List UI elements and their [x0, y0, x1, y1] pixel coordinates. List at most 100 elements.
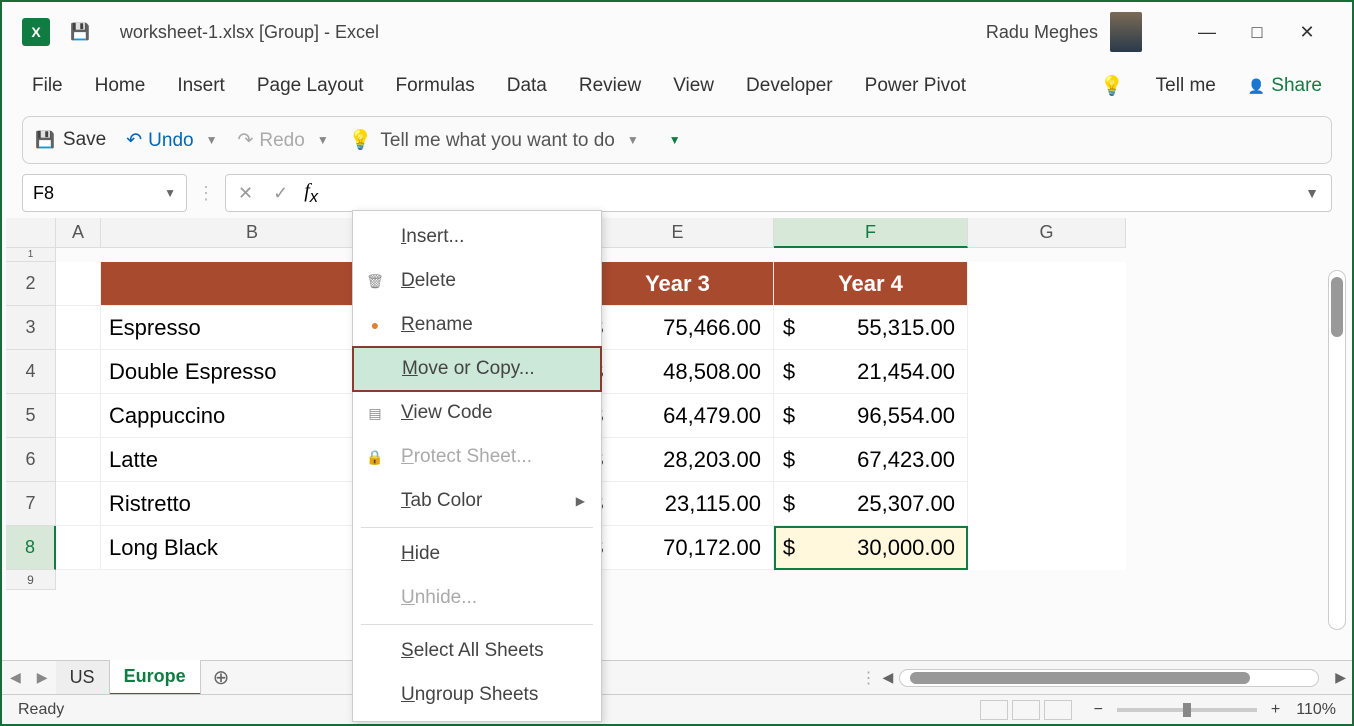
row-header-4[interactable]: 4	[6, 350, 56, 394]
tab-view[interactable]: View	[673, 75, 714, 97]
cell-G4[interactable]	[968, 350, 1126, 394]
tab-insert[interactable]: Insert	[177, 75, 225, 97]
cell-F8-selected[interactable]: $30,000.00	[774, 526, 968, 570]
redo-button[interactable]: Redo	[237, 129, 304, 152]
user-avatar[interactable]	[1110, 12, 1142, 52]
row-header-1[interactable]: 1	[6, 248, 56, 262]
redo-dropdown[interactable]: ▼	[317, 133, 329, 147]
row-header-6[interactable]: 6	[6, 438, 56, 482]
cell-G5[interactable]	[968, 394, 1126, 438]
col-header-G[interactable]: G	[968, 218, 1126, 248]
name-box[interactable]: F8 ▼	[22, 174, 187, 212]
view-page-layout-button[interactable]	[1012, 700, 1040, 720]
menu-move-or-copy[interactable]: Move or Copy...	[352, 346, 602, 392]
menu-view-code[interactable]: ▤View Code	[353, 391, 601, 435]
cell-E6[interactable]: $28,203.00	[582, 438, 774, 482]
hscroll-left[interactable]: ◀	[876, 669, 899, 686]
expand-formula-bar-icon[interactable]: ▼	[1293, 185, 1331, 201]
menu-rename[interactable]: Rename	[353, 303, 601, 347]
menu-insert[interactable]: Insert...	[353, 215, 601, 259]
tab-review[interactable]: Review	[579, 75, 641, 97]
view-normal-button[interactable]	[980, 700, 1008, 720]
sheet-tab-us[interactable]: US	[56, 661, 110, 694]
tell-me-button[interactable]: Tell me	[1156, 75, 1216, 97]
cell-F6[interactable]: $67,423.00	[774, 438, 968, 482]
cell-E2[interactable]: Year 3	[582, 262, 774, 306]
cell-A4[interactable]	[56, 350, 101, 394]
scrollbar-thumb[interactable]	[1331, 277, 1343, 337]
tell-me-dropdown[interactable]: ▼	[627, 133, 639, 147]
save-button[interactable]: Save	[35, 129, 106, 151]
cell-A8[interactable]	[56, 526, 101, 570]
tab-page-layout[interactable]: Page Layout	[257, 75, 364, 97]
horizontal-scrollbar[interactable]	[899, 669, 1319, 687]
tell-me-search[interactable]: Tell me what you want to do	[349, 128, 615, 152]
tab-formulas[interactable]: Formulas	[396, 75, 475, 97]
sheet-nav-prev[interactable]: ◀	[2, 669, 29, 686]
save-icon[interactable]: 💾	[70, 22, 90, 42]
zoom-in-button[interactable]: +	[1271, 701, 1280, 719]
name-box-dropdown-icon[interactable]: ▼	[164, 186, 176, 200]
tab-developer[interactable]: Developer	[746, 75, 833, 97]
vertical-scrollbar[interactable]	[1328, 270, 1346, 630]
cell-F4[interactable]: $21,454.00	[774, 350, 968, 394]
row-header-5[interactable]: 5	[6, 394, 56, 438]
enter-icon[interactable]: ✓	[265, 183, 296, 204]
menu-tab-color[interactable]: Tab Color▶	[353, 479, 601, 523]
cell-G2[interactable]	[968, 262, 1126, 306]
tab-home[interactable]: Home	[95, 75, 146, 97]
minimize-button[interactable]: —	[1182, 22, 1232, 43]
cell-F3[interactable]: $55,315.00	[774, 306, 968, 350]
row-header-2[interactable]: 2	[6, 262, 56, 306]
close-button[interactable]: ✕	[1282, 22, 1332, 43]
col-header-F[interactable]: F	[774, 218, 968, 248]
menu-hide[interactable]: Hide	[353, 532, 601, 576]
cancel-icon[interactable]: ✕	[226, 183, 265, 204]
tab-power-pivot[interactable]: Power Pivot	[865, 75, 966, 97]
menu-ungroup-sheets[interactable]: Ungroup Sheets	[353, 673, 601, 717]
select-all-triangle[interactable]	[6, 218, 56, 248]
hscroll-thumb[interactable]	[910, 672, 1250, 684]
col-header-E[interactable]: E	[582, 218, 774, 248]
share-button[interactable]: Share	[1248, 75, 1322, 97]
cell-E3[interactable]: $75,466.00	[582, 306, 774, 350]
cell-A7[interactable]	[56, 482, 101, 526]
cell-A5[interactable]	[56, 394, 101, 438]
fx-icon[interactable]: fx	[296, 180, 326, 207]
zoom-slider-knob[interactable]	[1183, 703, 1191, 717]
cell-E7[interactable]: $23,115.00	[582, 482, 774, 526]
sheet-nav-next[interactable]: ▶	[29, 669, 56, 686]
cell-G7[interactable]	[968, 482, 1126, 526]
cell-A2[interactable]	[56, 262, 101, 306]
cell-F2[interactable]: Year 4	[774, 262, 968, 306]
col-header-A[interactable]: A	[56, 218, 101, 248]
cell-E4[interactable]: $48,508.00	[582, 350, 774, 394]
add-sheet-button[interactable]: ⊕	[201, 665, 242, 690]
undo-button[interactable]: Undo	[126, 129, 193, 152]
tab-split-handle[interactable]: ⋮	[860, 668, 876, 688]
menu-select-all-sheets[interactable]: Select All Sheets	[353, 629, 601, 673]
view-page-break-button[interactable]	[1044, 700, 1072, 720]
tab-file[interactable]: File	[32, 75, 63, 97]
cell-A3[interactable]	[56, 306, 101, 350]
sheet-tab-europe[interactable]: Europe	[110, 660, 201, 696]
menu-unhide[interactable]: Unhide...	[353, 576, 601, 620]
qat-customize[interactable]: ▼	[669, 133, 681, 147]
user-name[interactable]: Radu Meghes	[986, 22, 1098, 43]
cell-G3[interactable]	[968, 306, 1126, 350]
zoom-level[interactable]: 110%	[1296, 701, 1336, 719]
cell-F5[interactable]: $96,554.00	[774, 394, 968, 438]
cell-E8[interactable]: $70,172.00	[582, 526, 774, 570]
cell-E5[interactable]: $64,479.00	[582, 394, 774, 438]
maximize-button[interactable]: □	[1232, 22, 1282, 43]
row-header-9[interactable]: 9	[6, 570, 56, 590]
row-header-7[interactable]: 7	[6, 482, 56, 526]
cell-F7[interactable]: $25,307.00	[774, 482, 968, 526]
menu-protect-sheet[interactable]: 🔒Protect Sheet...	[353, 435, 601, 479]
formula-input[interactable]: ✕ ✓ fx ▼	[225, 174, 1332, 212]
cell-G8[interactable]	[968, 526, 1126, 570]
row-header-8[interactable]: 8	[6, 526, 56, 570]
menu-delete[interactable]: 🗑Delete	[353, 259, 601, 303]
hscroll-right[interactable]: ▶	[1329, 669, 1352, 686]
zoom-slider[interactable]	[1117, 708, 1257, 712]
